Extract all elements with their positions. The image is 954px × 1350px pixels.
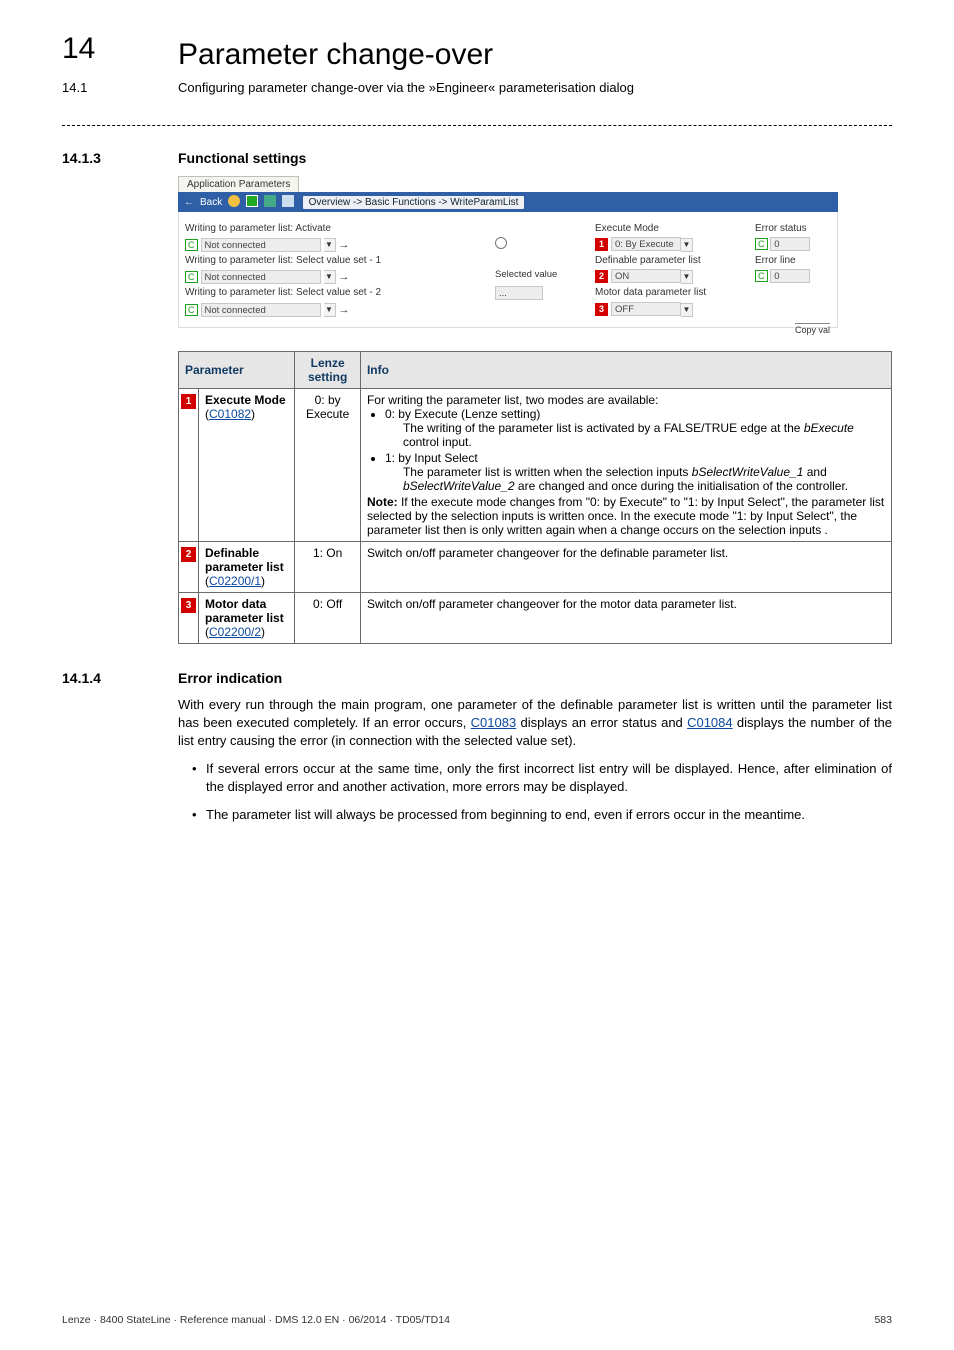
section-number: 14.1.3: [62, 150, 101, 166]
back-label: Back: [200, 197, 222, 208]
dropdown-icon[interactable]: ▼: [324, 238, 336, 252]
subsection-number: 14.1: [62, 80, 87, 95]
selected-value-label: Selected value: [495, 269, 585, 284]
list-item: If several errors occur at the same time…: [192, 760, 892, 796]
info-cell: Switch on/off parameter changeover for t…: [360, 542, 891, 593]
badge-2: 2: [595, 270, 608, 283]
parameter-table: Parameter Lenze setting Info 1 Execute M…: [178, 351, 892, 644]
arrow-right-icon: →: [339, 239, 350, 251]
page-number: 583: [874, 1314, 892, 1326]
exec-mode-select[interactable]: 0: By Execute: [611, 237, 681, 251]
separator: [62, 125, 892, 126]
selected-value-box: ...: [495, 286, 543, 300]
row-badge: 3: [181, 598, 196, 613]
badge-1: 1: [595, 238, 608, 251]
dropdown-icon[interactable]: ▼: [681, 303, 693, 317]
c-badge-icon: C: [185, 239, 198, 251]
code-link[interactable]: C02200/1: [209, 574, 261, 588]
row-badge: 2: [181, 547, 196, 562]
app-toolbar: Back Overview -> Basic Functions -> Writ…: [178, 192, 838, 212]
section-number: 14.1.4: [62, 670, 101, 686]
param-name: Motor data parameter list: [205, 597, 288, 625]
copy-corner-label: Copy val: [795, 323, 830, 335]
lenze-setting: 0: Off: [295, 593, 361, 644]
param-name: Definable parameter list: [205, 546, 288, 574]
back-arrow-icon: [184, 197, 194, 208]
code-link[interactable]: C01083: [471, 715, 517, 730]
definable-select[interactable]: ON: [611, 269, 681, 283]
th-lenze: Lenze setting: [295, 352, 361, 389]
arrow-right-icon: →: [339, 304, 350, 316]
table-row: 2 Definable parameter list (C02200/1) 1:…: [179, 542, 892, 593]
c-badge-icon: C: [755, 238, 768, 250]
c-badge-icon: C: [185, 304, 198, 316]
badge-3: 3: [595, 303, 608, 316]
th-parameter: Parameter: [179, 352, 295, 389]
error-line-value: 0: [770, 269, 810, 283]
label-error-line: Error line: [755, 254, 875, 267]
row-badge: 1: [181, 394, 196, 409]
label-motor: Motor data parameter list: [595, 286, 745, 300]
dropdown-icon[interactable]: ▼: [324, 303, 336, 317]
subsection-title: Configuring parameter change-over via th…: [178, 80, 892, 95]
list-item: The parameter list will always be proces…: [192, 806, 892, 824]
param-name: Execute Mode: [205, 393, 288, 407]
section-title: Functional settings: [178, 150, 892, 166]
code-link[interactable]: C01082: [209, 407, 251, 421]
label-exec-mode: Execute Mode: [595, 222, 745, 235]
error-status-value: 0: [770, 237, 810, 251]
table-row: 1 Execute Mode (C01082) 0: by Execute Fo…: [179, 389, 892, 542]
lenze-setting: 1: On: [295, 542, 361, 593]
app-tab: Application Parameters: [178, 176, 299, 192]
code-link[interactable]: C01084: [687, 715, 733, 730]
info-cell: Switch on/off parameter changeover for t…: [360, 593, 891, 644]
arrow-right-icon: →: [339, 271, 350, 283]
dropdown-icon[interactable]: ▼: [681, 238, 693, 252]
lenze-setting: 0: by Execute: [295, 389, 361, 542]
c-badge-icon: C: [755, 270, 768, 282]
th-info: Info: [360, 352, 891, 389]
activate-input[interactable]: Not connected: [201, 238, 321, 252]
section-title: Error indication: [178, 670, 892, 686]
code-link[interactable]: C02200/2: [209, 625, 261, 639]
label-definable: Definable parameter list: [595, 254, 745, 267]
motor-select[interactable]: OFF: [611, 302, 681, 316]
sel1-input[interactable]: Not connected: [201, 270, 321, 284]
label-error-status: Error status: [755, 222, 875, 235]
sel2-input[interactable]: Not connected: [201, 303, 321, 317]
toolbar-icons: [228, 195, 296, 210]
c-badge-icon: C: [185, 271, 198, 283]
breadcrumb: Overview -> Basic Functions -> WritePara…: [303, 196, 525, 209]
table-row: 3 Motor data parameter list (C02200/2) 0…: [179, 593, 892, 644]
chapter-title: Parameter change-over: [178, 38, 892, 72]
label-activate: Writing to parameter list: Activate: [185, 222, 485, 235]
label-sel2: Writing to parameter list: Select value …: [185, 286, 485, 300]
dropdown-icon[interactable]: ▼: [324, 270, 336, 284]
app-screenshot: Application Parameters Back Overview -> …: [178, 176, 892, 335]
led-icon: [495, 237, 507, 249]
chapter-number: 14: [62, 32, 95, 66]
footer-left: Lenze · 8400 StateLine · Reference manua…: [62, 1314, 450, 1326]
info-cell: For writing the parameter list, two mode…: [360, 389, 891, 542]
bullet-list: If several errors occur at the same time…: [192, 760, 892, 824]
label-sel1: Writing to parameter list: Select value …: [185, 254, 485, 267]
dropdown-icon[interactable]: ▼: [681, 270, 693, 284]
body-paragraph: With every run through the main program,…: [178, 696, 892, 750]
